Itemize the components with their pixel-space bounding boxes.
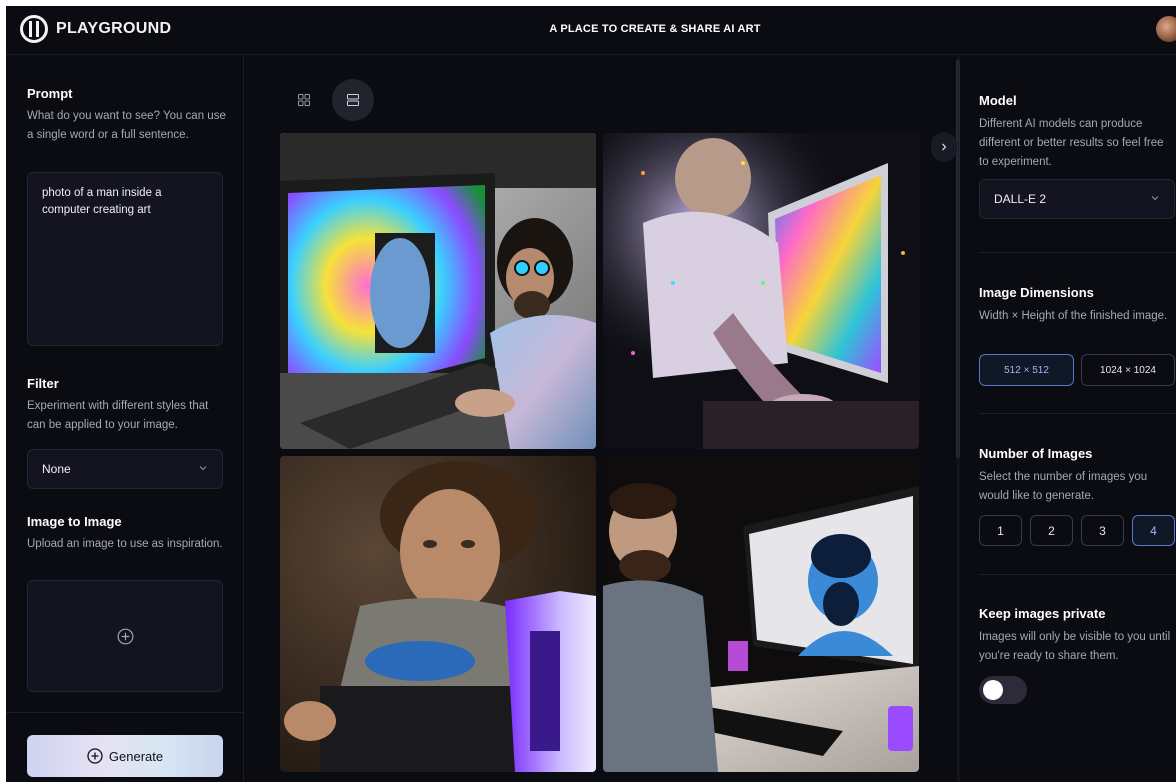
filter-selected-value: None <box>42 462 71 476</box>
dimension-option-512[interactable]: 512 × 512 <box>979 354 1074 386</box>
image-to-image-title: Image to Image <box>27 514 122 529</box>
model-description: Different AI models can produce differen… <box>979 118 1164 168</box>
collapse-panel-button[interactable] <box>931 132 957 162</box>
grid-view-button[interactable] <box>283 79 325 121</box>
generated-image-2[interactable] <box>603 133 919 449</box>
toggle-knob <box>983 680 1003 700</box>
generate-button[interactable]: Generate <box>27 735 223 777</box>
image-to-image-description: Upload an image to use as inspiration. <box>27 538 223 550</box>
generated-image-3[interactable] <box>280 456 596 772</box>
large-view-button[interactable] <box>332 79 374 121</box>
generated-image-1[interactable] <box>280 133 596 449</box>
generate-label: Generate <box>108 748 164 764</box>
rows-icon <box>347 94 359 106</box>
generated-image-2-icon <box>603 133 919 449</box>
number-of-images-title: Number of Images <box>979 446 1093 461</box>
left-panel: Prompt What do you want to see? You can … <box>6 56 244 782</box>
app-window: PLAYGROUND A PLACE TO CREATE & SHARE AI … <box>6 6 1176 782</box>
add-circle-icon <box>117 628 134 645</box>
dimension-option-1024[interactable]: 1024 × 1024 <box>1081 354 1175 386</box>
prompt-description: What do you want to see? You can use a s… <box>27 110 226 141</box>
num-images-option-4[interactable]: 4 <box>1132 515 1175 546</box>
image-upload-dropzone[interactable] <box>27 580 223 692</box>
dimensions-title: Image Dimensions <box>979 285 1094 300</box>
num-images-option-2[interactable]: 2 <box>1030 515 1073 546</box>
divider <box>6 712 244 713</box>
chevron-down-icon <box>199 466 207 471</box>
keep-private-description: Images will only be visible to you until… <box>979 631 1171 662</box>
model-selected-value: DALL-E 2 <box>994 192 1047 206</box>
user-avatar[interactable] <box>1156 16 1176 42</box>
generated-image-4[interactable] <box>603 456 919 772</box>
num-images-option-1[interactable]: 1 <box>979 515 1022 546</box>
model-title: Model <box>979 93 1017 108</box>
divider <box>979 413 1176 414</box>
prompt-input[interactable]: photo of a man inside a computer creatin… <box>27 172 223 346</box>
dimensions-description: Width × Height of the finished image. <box>979 310 1168 322</box>
num-images-option-3[interactable]: 3 <box>1081 515 1124 546</box>
filter-select[interactable]: None <box>27 449 223 489</box>
tagline: A PLACE TO CREATE & SHARE AI ART <box>549 23 761 35</box>
generated-image-3-icon <box>280 456 596 772</box>
filter-title: Filter <box>27 376 59 391</box>
add-circle-icon <box>87 748 103 764</box>
divider <box>979 252 1176 253</box>
divider <box>979 574 1176 575</box>
keep-private-title: Keep images private <box>979 606 1106 621</box>
model-select[interactable]: DALL-E 2 <box>979 179 1175 219</box>
number-of-images-description: Select the number of images you would li… <box>979 471 1148 502</box>
generated-image-1-icon <box>280 133 596 449</box>
gallery-area <box>245 56 960 782</box>
grid-icon <box>298 94 310 106</box>
filter-description: Experiment with different styles that ca… <box>27 400 209 431</box>
right-panel: Model Different AI models can produce di… <box>958 56 1176 782</box>
prompt-title: Prompt <box>27 86 73 101</box>
keep-private-toggle[interactable] <box>979 676 1027 704</box>
chevron-down-icon <box>1151 196 1159 201</box>
top-bar: PLAYGROUND A PLACE TO CREATE & SHARE AI … <box>6 6 1176 55</box>
chevron-right-icon <box>942 143 947 151</box>
generated-image-4-icon <box>603 456 919 772</box>
